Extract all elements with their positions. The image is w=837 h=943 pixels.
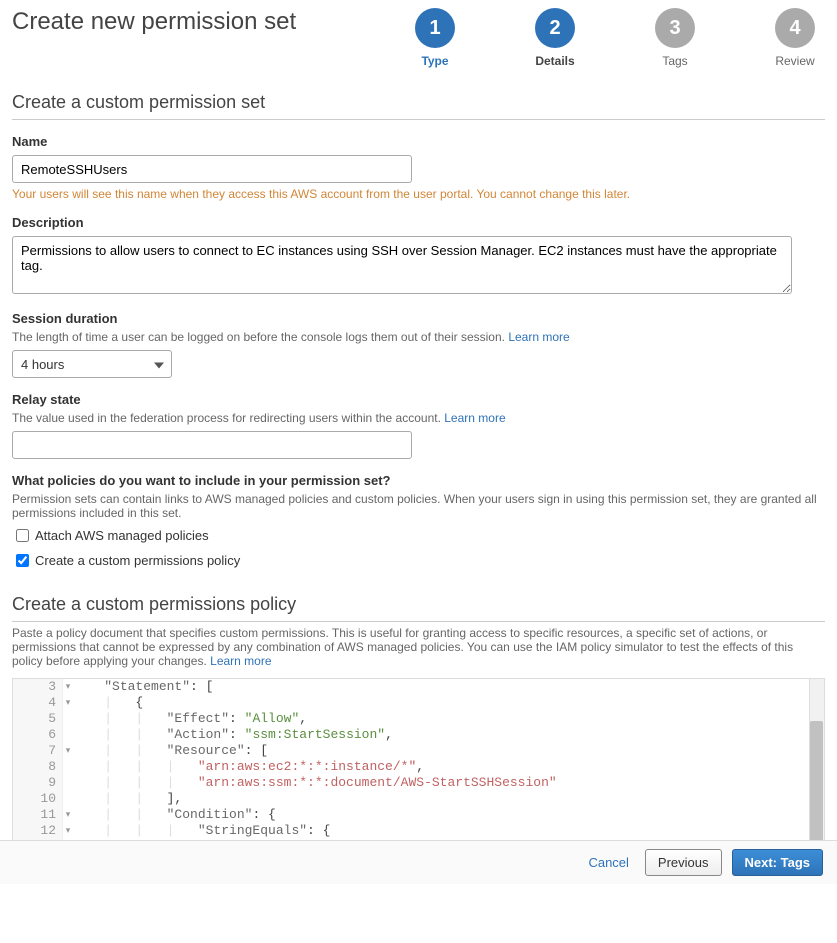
name-label: Name bbox=[12, 134, 825, 149]
name-input[interactable] bbox=[12, 155, 412, 183]
previous-button[interactable]: Previous bbox=[645, 849, 722, 876]
code-line[interactable]: 7▾ | | "Resource": [ bbox=[13, 743, 824, 759]
code-line[interactable]: 8 | | | "arn:aws:ec2:*:*:instance/*", bbox=[13, 759, 824, 775]
session-learn-more-link[interactable]: Learn more bbox=[508, 330, 569, 344]
wizard-step-tags[interactable]: 3 Tags bbox=[645, 8, 705, 68]
wizard-step-label: Details bbox=[535, 54, 574, 68]
fold-icon[interactable]: ▾ bbox=[63, 823, 73, 839]
line-number: 6 bbox=[13, 727, 63, 743]
code-line[interactable]: 12▾ | | | "StringEquals": { bbox=[13, 823, 824, 839]
section-heading-custom-policy: Create a custom permissions policy bbox=[12, 594, 825, 622]
wizard-step-label: Review bbox=[775, 54, 814, 68]
line-number: 11 bbox=[13, 807, 63, 823]
code-line[interactable]: 11▾ | | "Condition": { bbox=[13, 807, 824, 823]
wizard-step-label: Tags bbox=[662, 54, 687, 68]
wizard-step-label: Type bbox=[421, 54, 448, 68]
description-input[interactable] bbox=[12, 236, 792, 294]
code-line[interactable]: 5 | | "Effect": "Allow", bbox=[13, 711, 824, 727]
code-line[interactable]: 3▾ "Statement": [ bbox=[13, 679, 824, 695]
code-content: | | "Effect": "Allow", bbox=[73, 711, 307, 727]
wizard-step-type[interactable]: 1 Type bbox=[405, 8, 465, 68]
code-content: | | "Resource": [ bbox=[73, 743, 268, 759]
code-content: | | "Action": "ssm:StartSession", bbox=[73, 727, 393, 743]
code-content: | | | "arn:aws:ec2:*:*:instance/*", bbox=[73, 759, 424, 775]
code-content: "Statement": [ bbox=[73, 679, 213, 695]
fold-icon[interactable]: ▾ bbox=[63, 743, 73, 759]
code-line[interactable]: 4▾ | { bbox=[13, 695, 824, 711]
wizard-step-number: 1 bbox=[415, 8, 455, 48]
code-content: | | ], bbox=[73, 791, 182, 807]
line-number: 10 bbox=[13, 791, 63, 807]
section-heading-custom-set: Create a custom permission set bbox=[12, 92, 825, 120]
policy-learn-more-link[interactable]: Learn more bbox=[210, 654, 271, 668]
description-label: Description bbox=[12, 215, 825, 230]
code-line[interactable]: 9 | | | "arn:aws:ssm:*:*:document/AWS-St… bbox=[13, 775, 824, 791]
name-hint: Your users will see this name when they … bbox=[12, 187, 825, 201]
code-content: | | | "arn:aws:ssm:*:*:document/AWS-Star… bbox=[73, 775, 557, 791]
wizard-step-number: 3 bbox=[655, 8, 695, 48]
create-custom-policy-label[interactable]: Create a custom permissions policy bbox=[35, 553, 240, 568]
create-custom-policy-checkbox[interactable] bbox=[16, 554, 29, 567]
line-number: 4 bbox=[13, 695, 63, 711]
code-line[interactable]: 6 | | "Action": "ssm:StartSession", bbox=[13, 727, 824, 743]
code-content: | { bbox=[73, 695, 143, 711]
fold-icon[interactable]: ▾ bbox=[63, 807, 73, 823]
line-number: 5 bbox=[13, 711, 63, 727]
code-content: | | | "StringEquals": { bbox=[73, 823, 330, 839]
wizard-step-number: 4 bbox=[775, 8, 815, 48]
line-number: 12 bbox=[13, 823, 63, 839]
code-content: | | "Condition": { bbox=[73, 807, 276, 823]
attach-managed-policies-checkbox[interactable] bbox=[16, 529, 29, 542]
code-line[interactable]: 10 | | ], bbox=[13, 791, 824, 807]
session-duration-label: Session duration bbox=[12, 311, 825, 326]
policies-hint: Permission sets can contain links to AWS… bbox=[12, 492, 825, 520]
custom-policy-hint: Paste a policy document that specifies c… bbox=[12, 626, 825, 668]
wizard-step-number: 2 bbox=[535, 8, 575, 48]
relay-state-label: Relay state bbox=[12, 392, 825, 407]
relay-learn-more-link[interactable]: Learn more bbox=[444, 411, 505, 425]
line-number: 3 bbox=[13, 679, 63, 695]
line-number: 8 bbox=[13, 759, 63, 775]
next-button[interactable]: Next: Tags bbox=[732, 849, 824, 876]
attach-managed-policies-label[interactable]: Attach AWS managed policies bbox=[35, 528, 209, 543]
line-number: 7 bbox=[13, 743, 63, 759]
cancel-button[interactable]: Cancel bbox=[588, 855, 628, 870]
fold-icon[interactable]: ▾ bbox=[63, 695, 73, 711]
wizard-step-details[interactable]: 2 Details bbox=[525, 8, 585, 68]
wizard-steps: 1 Type 2 Details 3 Tags 4 Review bbox=[336, 8, 825, 68]
session-duration-hint: The length of time a user can be logged … bbox=[12, 330, 825, 344]
relay-state-hint: The value used in the federation process… bbox=[12, 411, 825, 425]
line-number: 9 bbox=[13, 775, 63, 791]
wizard-step-review[interactable]: 4 Review bbox=[765, 8, 825, 68]
fold-icon[interactable]: ▾ bbox=[63, 679, 73, 695]
wizard-footer: Cancel Previous Next: Tags bbox=[0, 840, 837, 884]
relay-state-input[interactable] bbox=[12, 431, 412, 459]
policies-question-label: What policies do you want to include in … bbox=[12, 473, 825, 488]
session-duration-select[interactable]: 4 hours bbox=[12, 350, 172, 378]
page-title: Create new permission set bbox=[12, 8, 296, 36]
